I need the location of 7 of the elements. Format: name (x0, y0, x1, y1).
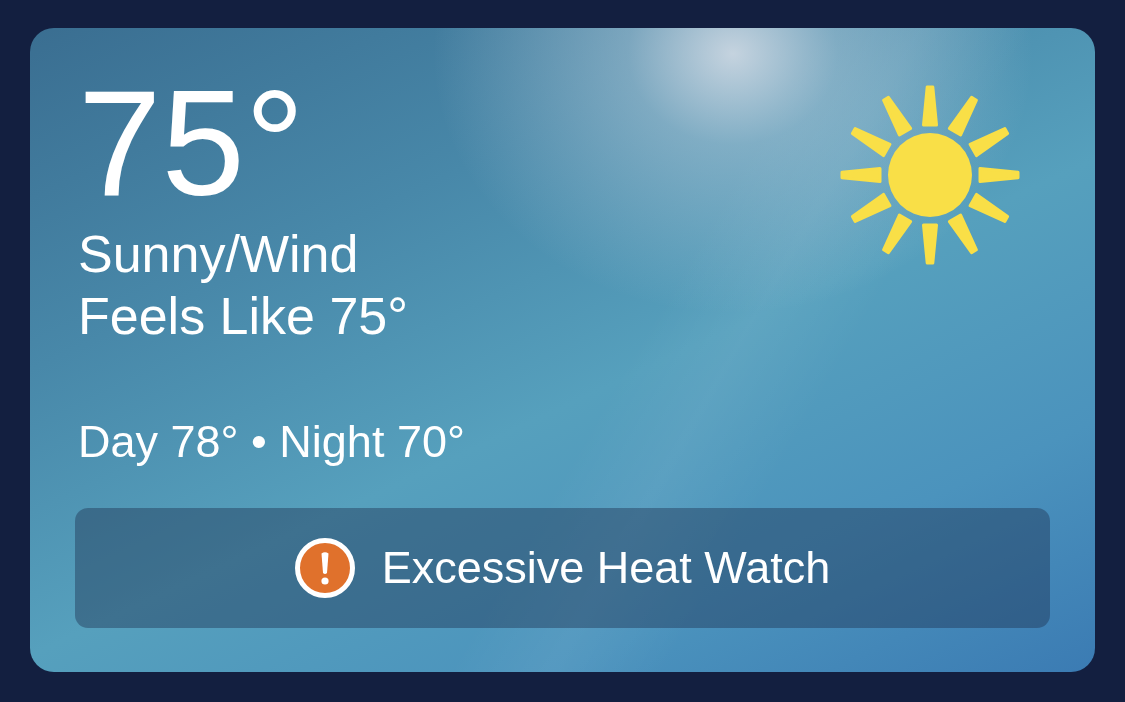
day-night-temperature-text: Day 78° • Night 70° (77, 415, 465, 469)
alert-icon (294, 538, 355, 598)
sun-icon (838, 83, 1022, 267)
temperature-text: 75° (78, 68, 305, 218)
feels-like-text: Feels Like 75° (78, 286, 409, 347)
alert-banner[interactable]: Excessive Heat Watch (75, 508, 1050, 628)
condition-text: Sunny/Wind (78, 224, 359, 285)
